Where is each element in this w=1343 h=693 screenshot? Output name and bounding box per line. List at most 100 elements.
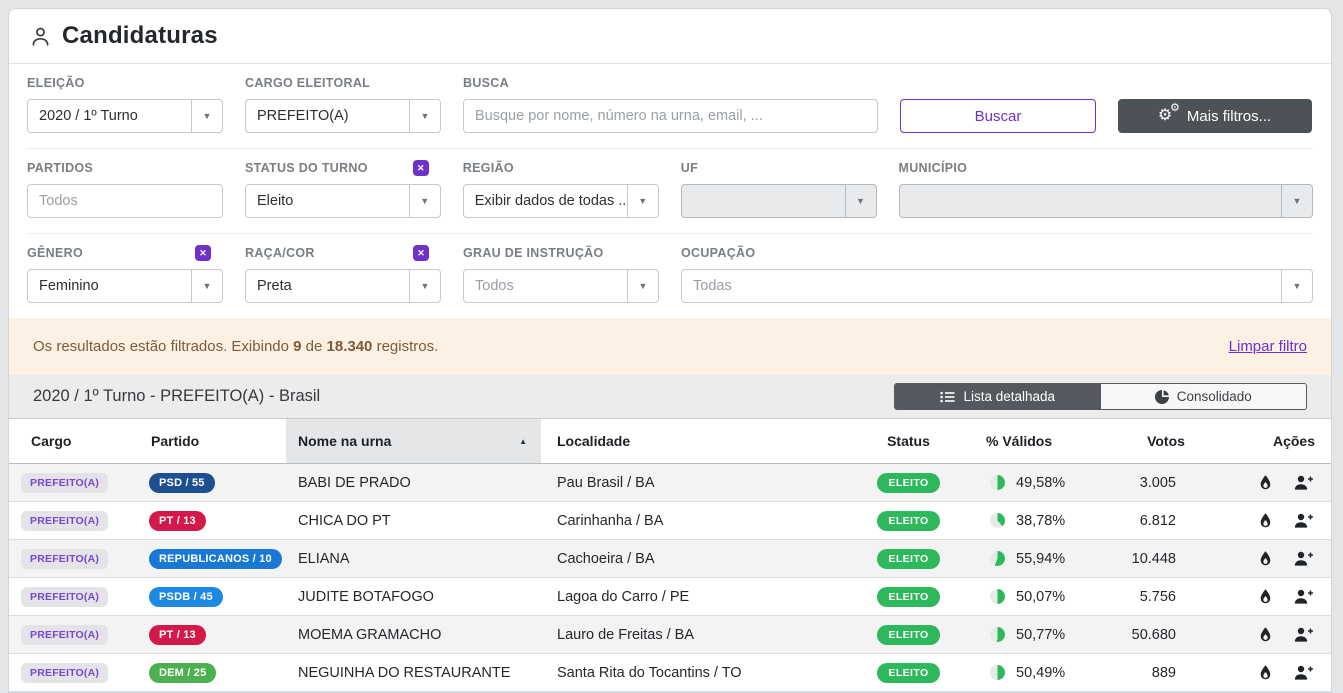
valid-votes-percent: 50,49% (1016, 665, 1065, 681)
candidate-profile-button[interactable] (1294, 627, 1313, 642)
column-header-cargo[interactable]: Cargo (21, 419, 141, 463)
campaign-heat-button[interactable] (1258, 588, 1273, 605)
clear-status-filter-icon[interactable]: ✕ (413, 160, 429, 176)
page-header: Candidaturas (9, 9, 1331, 64)
candidate-profile-button[interactable] (1294, 589, 1313, 604)
flame-icon (1258, 512, 1273, 529)
gears-icon: ⚙ ⚙ (1159, 107, 1179, 125)
filter-grau: GRAU DE INSTRUÇÃO Todos ▼ (463, 245, 659, 303)
column-header-status[interactable]: Status (851, 419, 966, 463)
search-input[interactable] (464, 100, 877, 132)
candidate-profile-button[interactable] (1294, 475, 1313, 490)
campaign-heat-button[interactable] (1258, 626, 1273, 643)
pie-icon (990, 665, 1005, 680)
chevron-down-icon: ▼ (845, 185, 876, 217)
chevron-down-icon: ▼ (1281, 185, 1312, 217)
raca-select[interactable]: Preta ▼ (245, 269, 441, 303)
locality: Carinhanha / BA (541, 502, 851, 539)
campaign-heat-button[interactable] (1258, 474, 1273, 491)
chevron-down-icon: ▼ (409, 100, 440, 132)
busca-label: BUSCA (463, 76, 509, 90)
filter-cargo: CARGO ELEITORAL PREFEITO(A) ▼ (245, 75, 441, 133)
locality: Lagoa do Carro / PE (541, 578, 851, 615)
genero-select[interactable]: Feminino ▼ (27, 269, 223, 303)
candidate-profile-button[interactable] (1294, 551, 1313, 566)
lista-detalhada-toggle[interactable]: Lista detalhada (895, 384, 1101, 409)
filter-eleicao: ELEIÇÃO 2020 / 1º Turno ▼ (27, 75, 223, 133)
flame-icon (1258, 626, 1273, 643)
pie-icon (990, 513, 1005, 528)
cargo-badge: PREFEITO(A) (21, 473, 108, 493)
raca-label: RAÇA/COR (245, 246, 315, 260)
chevron-down-icon: ▼ (409, 270, 440, 302)
results-section-bar: 2020 / 1º Turno - PREFEITO(A) - Brasil L… (9, 375, 1331, 419)
eleicao-label: ELEIÇÃO (27, 76, 85, 90)
table-row: PREFEITO(A) PSDB / 45 JUDITE BOTAFOGO La… (9, 578, 1331, 616)
person-icon (29, 25, 52, 48)
cargo-badge: PREFEITO(A) (21, 663, 108, 683)
clear-genero-filter-icon[interactable]: ✕ (195, 245, 211, 261)
status-badge: ELEITO (877, 511, 939, 531)
limpar-filtro-link[interactable]: Limpar filtro (1229, 338, 1307, 355)
column-header-partido[interactable]: Partido (141, 419, 286, 463)
view-toggle-group: Lista detalhada Consolidado (894, 383, 1307, 410)
party-badge: DEM / 25 (149, 663, 216, 683)
ballot-name: MOEMA GRAMACHO (286, 616, 541, 653)
partidos-input[interactable] (28, 185, 223, 217)
party-badge: PSD / 55 (149, 473, 215, 493)
list-icon (940, 391, 955, 403)
total-count: 18.340 (327, 338, 373, 355)
partidos-label: PARTIDOS (27, 161, 93, 175)
filter-regiao: REGIÃO Exibir dados de todas ... ▼ (463, 160, 659, 218)
column-header-nome-sorted[interactable]: Nome na urna ▲ (286, 419, 541, 463)
filter-busca: BUSCA (463, 75, 878, 133)
status-badge: ELEITO (877, 473, 939, 493)
mais-filtros-button[interactable]: ⚙ ⚙ Mais filtros... (1118, 99, 1312, 133)
campaign-heat-button[interactable] (1258, 512, 1273, 529)
cargo-label: CARGO ELEITORAL (245, 76, 370, 90)
ocupacao-label: OCUPAÇÃO (681, 246, 755, 260)
person-add-icon (1294, 551, 1313, 566)
table-row: PREFEITO(A) PSD / 55 BABI DE PRADO Pau B… (9, 464, 1331, 502)
filter-municipio: MUNICÍPIO ▼ (899, 160, 1313, 218)
regiao-select[interactable]: Exibir dados de todas ... ▼ (463, 184, 659, 218)
consolidado-toggle[interactable]: Consolidado (1101, 384, 1307, 409)
votes-count: 3.005 (1116, 464, 1216, 501)
person-add-icon (1294, 665, 1313, 680)
valid-votes-percent: 50,07% (1016, 589, 1065, 605)
locality: Pau Brasil / BA (541, 464, 851, 501)
column-header-acoes: Ações (1216, 419, 1319, 463)
ballot-name: ELIANA (286, 540, 541, 577)
person-add-icon (1294, 475, 1313, 490)
party-badge: PSDB / 45 (149, 587, 223, 607)
mais-filtros-field: ⚙ ⚙ Mais filtros... (1118, 75, 1312, 133)
column-header-localidade[interactable]: Localidade (541, 419, 851, 463)
ocupacao-select[interactable]: Todas ▼ (681, 269, 1313, 303)
column-header-validos[interactable]: % Válidos (966, 419, 1116, 463)
candidate-profile-button[interactable] (1294, 665, 1313, 680)
buscar-button[interactable]: Buscar (900, 99, 1096, 133)
clear-raca-filter-icon[interactable]: ✕ (413, 245, 429, 261)
chevron-down-icon: ▼ (409, 185, 440, 217)
person-add-icon (1294, 589, 1313, 604)
grau-select[interactable]: Todos ▼ (463, 269, 659, 303)
locality: Cachoeira / BA (541, 540, 851, 577)
candidate-profile-button[interactable] (1294, 513, 1313, 528)
alert-text: Os resultados estão filtrados. Exibindo … (33, 338, 438, 355)
status-turno-select[interactable]: Eleito ▼ (245, 184, 441, 218)
pie-icon (990, 551, 1005, 566)
column-header-votos[interactable]: Votos (1116, 419, 1216, 463)
filtered-results-alert: Os resultados estão filtrados. Exibindo … (9, 318, 1331, 375)
campaign-heat-button[interactable] (1258, 664, 1273, 681)
votes-count: 10.448 (1116, 540, 1216, 577)
locality: Lauro de Freitas / BA (541, 616, 851, 653)
filter-uf: UF ▼ (681, 160, 877, 218)
cargo-select[interactable]: PREFEITO(A) ▼ (245, 99, 441, 133)
eleicao-select[interactable]: 2020 / 1º Turno ▼ (27, 99, 223, 133)
pie-icon (990, 475, 1005, 490)
status-badge: ELEITO (877, 587, 939, 607)
filter-row-1: ELEIÇÃO 2020 / 1º Turno ▼ CARGO ELEITORA… (27, 64, 1313, 148)
campaign-heat-button[interactable] (1258, 550, 1273, 567)
valid-votes-percent: 49,58% (1016, 475, 1065, 491)
cargo-badge: PREFEITO(A) (21, 549, 108, 569)
